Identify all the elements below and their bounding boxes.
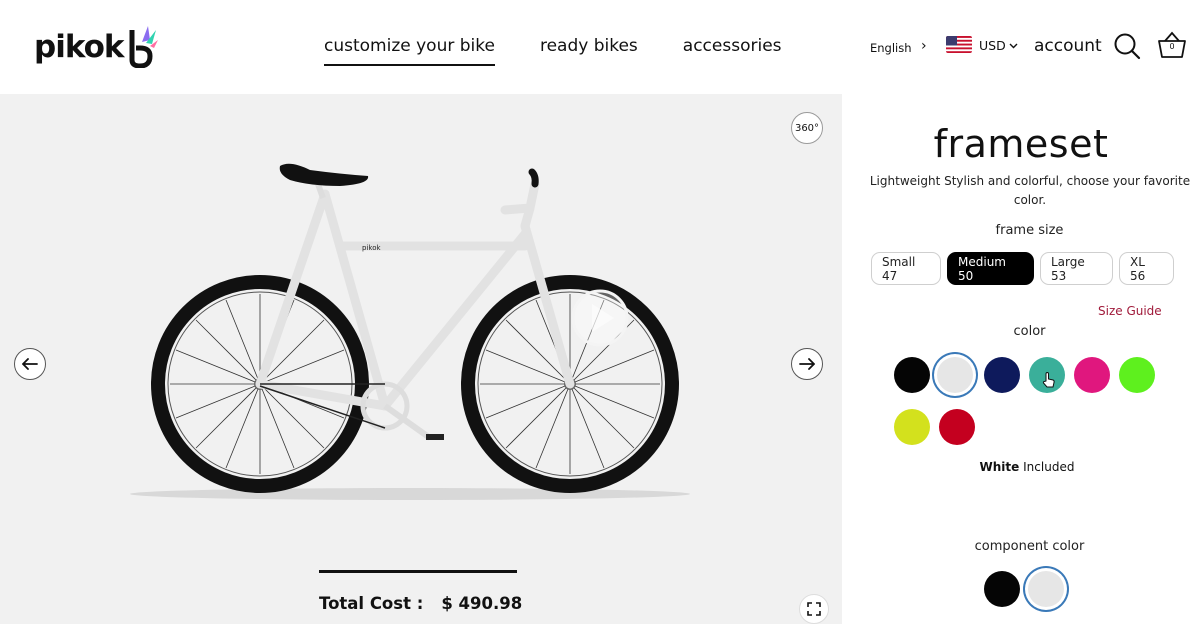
language-selector[interactable]: English (870, 41, 912, 55)
component-swatch-white[interactable] (1028, 571, 1064, 607)
play-video-icon[interactable] (571, 289, 629, 347)
panel-description: Lightweight Stylish and colorful, choose… (869, 174, 1191, 207)
arrow-left-icon (22, 358, 38, 370)
size-xl-56-button[interactable]: XL 56 (1119, 252, 1174, 285)
cart-button[interactable]: 0 (1156, 30, 1188, 60)
arrow-right-icon (799, 358, 815, 370)
total-cost-value: $ 490.98 (441, 594, 523, 613)
frame-brand-mark: pikok (362, 244, 381, 252)
logo-bird-icon (129, 26, 158, 68)
color-swatch-navy[interactable] (984, 357, 1020, 393)
rotate-360-button[interactable]: 360° (791, 112, 823, 144)
bike-preview-stage: 360° pikok Total Cost: $ 490.98 (0, 94, 842, 624)
nav-accessories[interactable]: accessories (683, 36, 782, 66)
search-icon[interactable] (1113, 32, 1141, 60)
options-panel: frameset Lightweight Stylish and colorfu… (842, 94, 1200, 624)
expand-icon (807, 602, 821, 616)
size-small-47-button[interactable]: Small 47 (871, 252, 941, 285)
color-swatch-yellow-green[interactable] (894, 409, 930, 445)
color-swatch-black[interactable] (894, 357, 930, 393)
chevron-right-icon[interactable]: › (921, 38, 927, 54)
currency-selector[interactable]: USD (979, 38, 1018, 53)
selected-color-name: White (979, 460, 1020, 474)
total-cost-label: Total Cost : (319, 594, 424, 613)
brand-logo[interactable]: pikok (34, 26, 158, 68)
chevron-down-icon (1009, 43, 1018, 48)
nav-ready-bikes[interactable]: ready bikes (540, 36, 638, 66)
selected-color-status: White Included (842, 460, 1200, 474)
color-swatch-pink[interactable] (1074, 357, 1110, 393)
component-swatch-black[interactable] (984, 571, 1020, 607)
nav-customize-bike[interactable]: customize your bike (324, 36, 495, 66)
cart-count: 0 (1169, 42, 1175, 51)
previous-view-button[interactable] (14, 348, 46, 380)
site-header: pikok customize your bike ready bikes ac… (0, 0, 1200, 94)
bike-image: pikok (130, 163, 690, 500)
color-swatch-white[interactable] (937, 357, 973, 393)
size-guide-link[interactable]: Size Guide (1098, 304, 1162, 318)
component-color-label: component color (974, 539, 1085, 554)
size-large-53-button[interactable]: Large 53 (1040, 252, 1113, 285)
panel-title: frameset (933, 122, 1109, 166)
hand-cursor-icon (1042, 372, 1055, 388)
color-swatch-lime[interactable] (1119, 357, 1155, 393)
total-cost: Total Cost : $ 490.98 (319, 594, 522, 613)
logo-text: pikok (34, 28, 125, 65)
main-nav: customize your bike ready bikes accessor… (324, 36, 827, 66)
frame-size-options: Small 47 Medium 50 Large 53 XL 56 (871, 252, 1174, 285)
selected-color-note: Included (1023, 460, 1075, 474)
us-flag-icon[interactable] (946, 36, 972, 53)
account-link[interactable]: account (1034, 36, 1102, 56)
size-medium-50-button[interactable]: Medium 50 (947, 252, 1034, 285)
currency-label: USD (979, 38, 1006, 53)
total-divider (319, 570, 517, 573)
frame-size-label: frame size (995, 223, 1064, 238)
color-swatch-red[interactable] (939, 409, 975, 445)
saddle (279, 163, 369, 186)
color-label: color (1013, 324, 1046, 339)
next-view-button[interactable] (791, 348, 823, 380)
fullscreen-button[interactable] (799, 594, 829, 624)
